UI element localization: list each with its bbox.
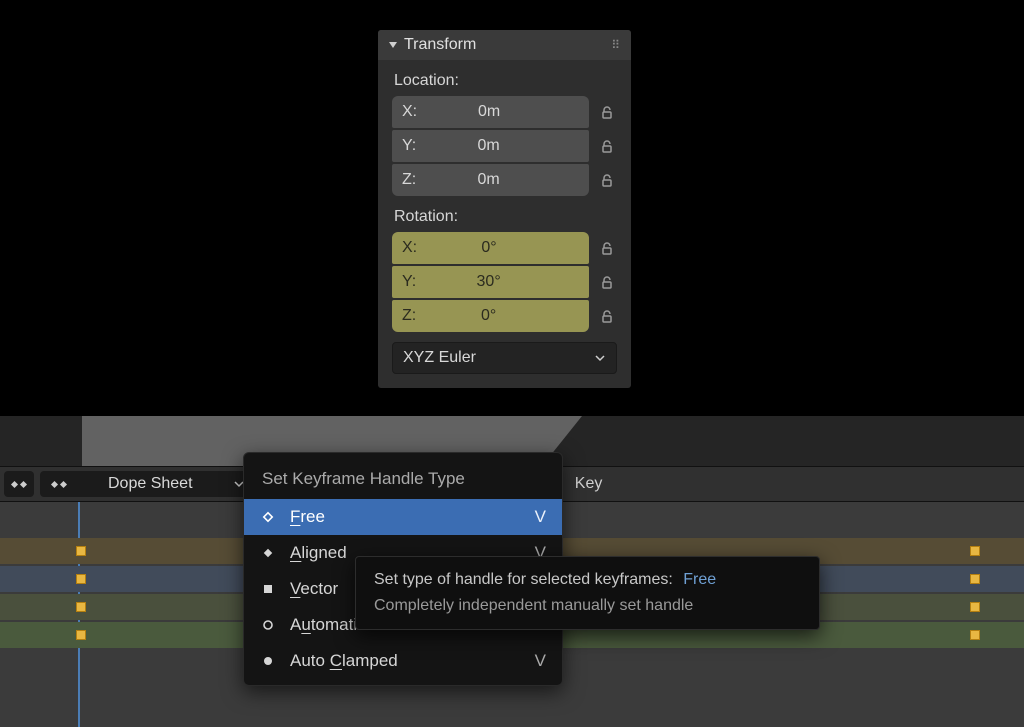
rotation-fields: X: 0° Y: 30° Z: 0° bbox=[392, 232, 617, 332]
chevron-down-icon bbox=[594, 352, 606, 364]
editor-mode-value: Dope Sheet bbox=[108, 475, 193, 493]
lock-icon[interactable] bbox=[597, 105, 617, 119]
panel-header[interactable]: Transform ⠿ bbox=[378, 30, 631, 60]
menu-item-auto-clamped[interactable]: Auto Clamped V bbox=[244, 643, 562, 679]
axis-value: 0° bbox=[398, 307, 579, 325]
lock-icon[interactable] bbox=[597, 309, 617, 323]
location-y-field[interactable]: Y: 0m bbox=[392, 130, 589, 162]
diamond-open-icon bbox=[260, 511, 276, 523]
keyframe-icon bbox=[10, 477, 28, 491]
menu-item-shortcut: V bbox=[535, 507, 546, 527]
editor-mode-select[interactable]: Dope Sheet bbox=[40, 471, 255, 497]
rotation-z-field[interactable]: Z: 0° bbox=[392, 300, 589, 332]
rotation-mode-select[interactable]: XYZ Euler bbox=[392, 342, 617, 374]
tooltip-prefix: Set type of handle for selected keyframe… bbox=[374, 571, 673, 588]
location-label: Location: bbox=[394, 72, 631, 90]
transform-panel: Transform ⠿ Location: X: 0m Y: 0m Z: 0m bbox=[378, 30, 631, 388]
keyframe[interactable] bbox=[970, 574, 980, 584]
keyframe[interactable] bbox=[76, 574, 86, 584]
menu-item-label: Free bbox=[290, 507, 521, 527]
axis-value: 0° bbox=[399, 239, 579, 257]
rotation-label: Rotation: bbox=[394, 208, 631, 226]
rotation-mode-value: XYZ Euler bbox=[403, 349, 594, 367]
tooltip-line2: Completely independent manually set hand… bbox=[374, 597, 801, 615]
keyframe[interactable] bbox=[76, 630, 86, 640]
circle-open-icon bbox=[260, 619, 276, 631]
tooltip-value: Free bbox=[683, 571, 716, 588]
location-z-field[interactable]: Z: 0m bbox=[392, 164, 589, 196]
keyframe[interactable] bbox=[76, 602, 86, 612]
menu-key[interactable]: Key bbox=[575, 475, 603, 493]
menu-item-free[interactable]: Free V bbox=[244, 499, 562, 535]
tooltip: Set type of handle for selected keyframe… bbox=[355, 556, 820, 630]
context-menu-title: Set Keyframe Handle Type bbox=[244, 459, 562, 499]
keyframe[interactable] bbox=[970, 546, 980, 556]
editor-type-button[interactable] bbox=[4, 471, 34, 497]
tooltip-line1: Set type of handle for selected keyframe… bbox=[374, 571, 801, 589]
lock-icon[interactable] bbox=[597, 275, 617, 289]
circle-solid-icon bbox=[260, 655, 276, 667]
disclosure-triangle-icon bbox=[388, 40, 398, 50]
menu-item-label: Auto Clamped bbox=[290, 651, 521, 671]
square-solid-icon bbox=[260, 584, 276, 594]
keyframe[interactable] bbox=[970, 630, 980, 640]
lock-icon[interactable] bbox=[597, 173, 617, 187]
rotation-y-field[interactable]: Y: 30° bbox=[392, 266, 589, 298]
axis-value: 30° bbox=[398, 273, 579, 291]
keyframe-icon bbox=[50, 477, 68, 491]
keyframe[interactable] bbox=[970, 602, 980, 612]
lock-icon[interactable] bbox=[597, 139, 617, 153]
keyframe[interactable] bbox=[76, 546, 86, 556]
drag-grip-icon[interactable]: ⠿ bbox=[611, 38, 621, 52]
location-x-field[interactable]: X: 0m bbox=[392, 96, 589, 128]
lock-icon[interactable] bbox=[597, 241, 617, 255]
axis-value: 0m bbox=[398, 171, 579, 189]
axis-value: 0m bbox=[398, 137, 579, 155]
axis-value: 0m bbox=[399, 103, 579, 121]
rotation-x-field[interactable]: X: 0° bbox=[392, 232, 589, 264]
diamond-solid-icon bbox=[260, 547, 276, 559]
panel-title: Transform bbox=[404, 36, 611, 54]
menu-item-shortcut: V bbox=[535, 651, 546, 671]
location-fields: X: 0m Y: 0m Z: 0m bbox=[392, 96, 617, 196]
